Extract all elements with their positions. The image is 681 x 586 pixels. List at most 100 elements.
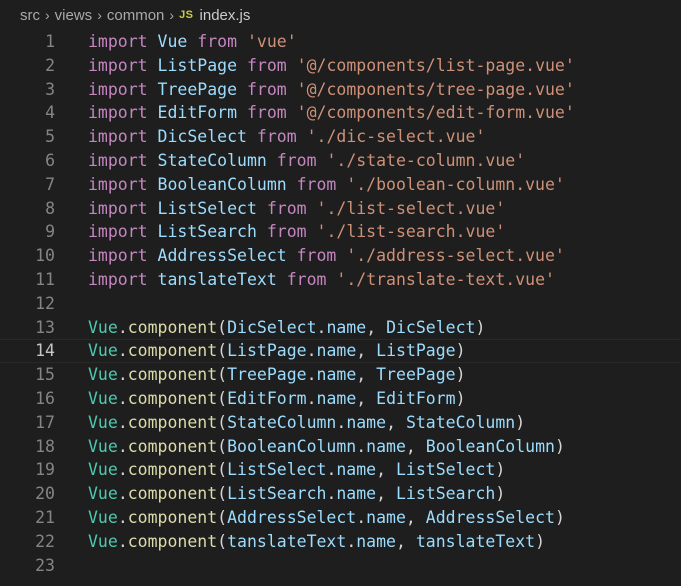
code-line[interactable]: 21 Vue.component(AddressSelect.name, Addr… — [0, 506, 681, 530]
breadcrumb-item-views[interactable]: views — [55, 7, 93, 24]
code-line[interactable]: 14 Vue.component(ListPage.name, ListPage) — [0, 339, 681, 364]
code-line[interactable]: 12 — [0, 292, 681, 316]
code-token: import — [88, 269, 148, 289]
code-token: EditForm — [227, 388, 307, 408]
code-token: import — [88, 174, 148, 194]
code-token: from — [246, 79, 287, 99]
code-content: Vue.component(ListPage.name, ListPage) — [88, 340, 466, 362]
code-content: import ListSelect from './list-select.vu… — [88, 197, 505, 221]
code-token: from — [286, 269, 327, 289]
code-line[interactable]: 16 Vue.component(EditForm.name, EditForm) — [0, 387, 681, 411]
code-token: Vue — [88, 531, 118, 551]
code-content: Vue.component(ListSearch.name, ListSearc… — [88, 482, 505, 506]
code-content: import AddressSelect from './address-sel… — [88, 244, 565, 268]
code-token: ListSearch — [157, 222, 257, 242]
code-content: import ListPage from '@/components/list-… — [88, 54, 575, 78]
code-token: ( — [217, 341, 228, 361]
code-token: BooleanColumn — [425, 436, 555, 456]
breadcrumb-item-common[interactable]: common — [107, 7, 165, 24]
code-token: . — [117, 507, 128, 527]
code-token: component — [127, 341, 218, 361]
code-line[interactable]: 23 — [0, 554, 681, 578]
code-token: ( — [217, 460, 228, 480]
line-number: 17 — [35, 412, 55, 432]
code-token: ( — [217, 531, 228, 551]
code-token: './boolean-column.vue' — [346, 174, 565, 194]
code-line[interactable]: 15 Vue.component(TreePage.name, TreePage) — [0, 363, 681, 387]
code-token: component — [127, 412, 218, 432]
code-token: import — [88, 150, 148, 170]
code-token: StateColumn — [227, 412, 337, 432]
code-line[interactable]: 3 import TreePage from '@/components/tree… — [0, 78, 681, 102]
code-token: tanslateText — [157, 269, 277, 289]
code-token: . — [117, 436, 128, 456]
code-token: Vue — [88, 365, 118, 385]
code-token: , — [376, 460, 396, 480]
code-content: import BooleanColumn from './boolean-col… — [88, 173, 565, 197]
line-number: 23 — [35, 555, 55, 575]
line-number: 8 — [45, 198, 55, 218]
code-line[interactable]: 8 import ListSelect from './list-select.v… — [0, 197, 681, 221]
breadcrumb-item-src[interactable]: src — [20, 7, 40, 24]
code-token: import — [88, 198, 148, 218]
code-line[interactable]: 20 Vue.component(ListSearch.name, ListSea… — [0, 482, 681, 506]
code-token: ) — [554, 507, 565, 527]
code-token: './dic-select.vue' — [306, 127, 486, 147]
code-line[interactable]: 7 import BooleanColumn from './boolean-co… — [0, 173, 681, 197]
code-line[interactable]: 9 import ListSearch from './list-search.v… — [0, 220, 681, 244]
code-line[interactable]: 18 Vue.component(BooleanColumn.name, Bool… — [0, 435, 681, 459]
code-line[interactable]: 6 import StateColumn from './state-column… — [0, 149, 681, 173]
line-number: 11 — [35, 269, 55, 289]
code-token: './list-search.vue' — [316, 222, 506, 242]
code-line[interactable]: 11 import tanslateText from './translate-… — [0, 268, 681, 292]
breadcrumb-item-file[interactable]: index.js — [200, 7, 251, 24]
code-token: DicSelect — [227, 317, 317, 337]
code-token: EditForm — [157, 103, 238, 123]
code-token: . — [356, 436, 367, 456]
line-number: 14 — [35, 341, 55, 361]
code-line[interactable]: 5 import DicSelect from './dic-select.vue… — [0, 125, 681, 149]
code-line[interactable]: 22 Vue.component(tanslateText.name, tansl… — [0, 530, 681, 554]
code-line[interactable]: 2 import ListPage from '@/components/list… — [0, 54, 681, 78]
code-token: name — [366, 436, 406, 456]
code-token: Vue — [88, 412, 118, 432]
code-token: . — [316, 317, 327, 337]
code-content: Vue.component(StateColumn.name, StateCol… — [88, 411, 525, 435]
code-line[interactable]: 17 Vue.component(StateColumn.name, StateC… — [0, 411, 681, 435]
code-token: Vue — [88, 484, 118, 504]
code-token: . — [306, 388, 317, 408]
code-token: name — [366, 507, 406, 527]
code-token: DicSelect — [157, 127, 247, 147]
code-line[interactable]: 4 import EditForm from '@/components/edit… — [0, 101, 681, 125]
code-token: from — [296, 246, 337, 266]
code-token: Vue — [88, 317, 118, 337]
code-line[interactable]: 19 Vue.component(ListSelect.name, ListSel… — [0, 458, 681, 482]
code-token: . — [117, 484, 128, 504]
breadcrumb: src › views › common › JS index.js — [0, 0, 681, 30]
code-line[interactable]: 10 import AddressSelect from './address-s… — [0, 244, 681, 268]
code-content: import StateColumn from './state-column.… — [88, 149, 525, 173]
code-token: . — [336, 412, 347, 432]
code-token: '@/components/list-page.vue' — [296, 55, 575, 75]
code-token: AddressSelect — [227, 507, 357, 527]
code-token: component — [127, 365, 218, 385]
code-token: ( — [217, 317, 228, 337]
code-line[interactable]: 1 import Vue from 'vue' — [0, 30, 681, 54]
code-editor[interactable]: 1 import Vue from 'vue' 2 import ListPage f… — [0, 30, 681, 586]
code-token: './address-select.vue' — [346, 246, 565, 266]
code-token: ( — [217, 412, 228, 432]
javascript-file-icon: JS — [179, 9, 194, 21]
code-line[interactable]: 13 Vue.component(DicSelect.name, DicSelec… — [0, 316, 681, 340]
code-token: , — [356, 365, 377, 385]
code-token: ListPage — [376, 341, 456, 361]
